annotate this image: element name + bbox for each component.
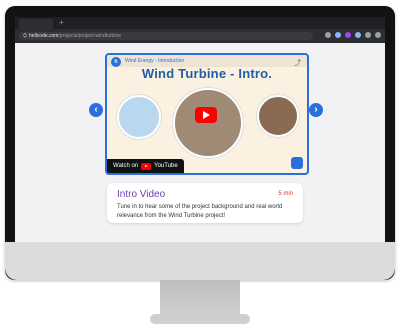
browser-tab[interactable] (19, 19, 53, 29)
video-player[interactable]: h Wind Energy - Introduction ⤴ Wind Turb… (105, 53, 309, 175)
url-path: /projects/project-windturbine (58, 33, 122, 39)
monitor-bezel (5, 242, 395, 280)
brand-badge-icon (291, 157, 303, 169)
duration-badge: 5 min (278, 191, 293, 197)
play-icon[interactable] (195, 107, 217, 123)
watch-on-label: Watch on (113, 163, 139, 169)
thumbnail-middle (173, 88, 243, 158)
new-tab-icon[interactable]: + (59, 18, 64, 27)
extension-icon[interactable] (355, 32, 361, 38)
page-content: ‹ h Wind Energy - Introduction ⤴ Wind Tu… (15, 43, 385, 242)
thumbnail-left (117, 95, 161, 139)
chevron-left-icon[interactable]: ‹ (89, 103, 103, 117)
video-channel-title: Wind Energy - Introduction (125, 58, 185, 64)
extension-icon[interactable] (325, 32, 331, 38)
thumbnail-right (257, 95, 299, 137)
card-title: Intro Video (117, 189, 166, 200)
video-title: Wind Turbine - Intro. (141, 66, 273, 81)
youtube-logo-icon (141, 162, 152, 170)
profile-icon[interactable] (375, 32, 381, 38)
browser-tabstrip: + (15, 17, 385, 29)
video-info-card: Intro Video 5 min Tune in to hear some o… (107, 183, 303, 223)
monitor-stand (160, 280, 240, 315)
extension-icon[interactable] (345, 32, 351, 38)
site-info-icon[interactable]: ⛭ (23, 33, 27, 39)
address-bar[interactable]: ⛭ hellcode.com /projects/project-windtur… (19, 32, 313, 40)
card-description: Tune in to hear some of the project back… (117, 204, 283, 219)
chevron-right-icon[interactable]: › (309, 103, 323, 117)
youtube-label: YouTube (154, 163, 178, 169)
extensions-bar (325, 32, 381, 38)
browser-toolbar: ⛭ hellcode.com /projects/project-windtur… (15, 29, 385, 43)
url-host: hellcode.com (29, 33, 59, 39)
extension-icon[interactable] (335, 32, 341, 38)
watch-on-youtube-button[interactable]: Watch on YouTube (107, 159, 184, 173)
screen: + ⛭ hellcode.com /projects/project-windt… (15, 17, 385, 242)
monitor-base (150, 314, 250, 324)
extension-icon[interactable] (365, 32, 371, 38)
